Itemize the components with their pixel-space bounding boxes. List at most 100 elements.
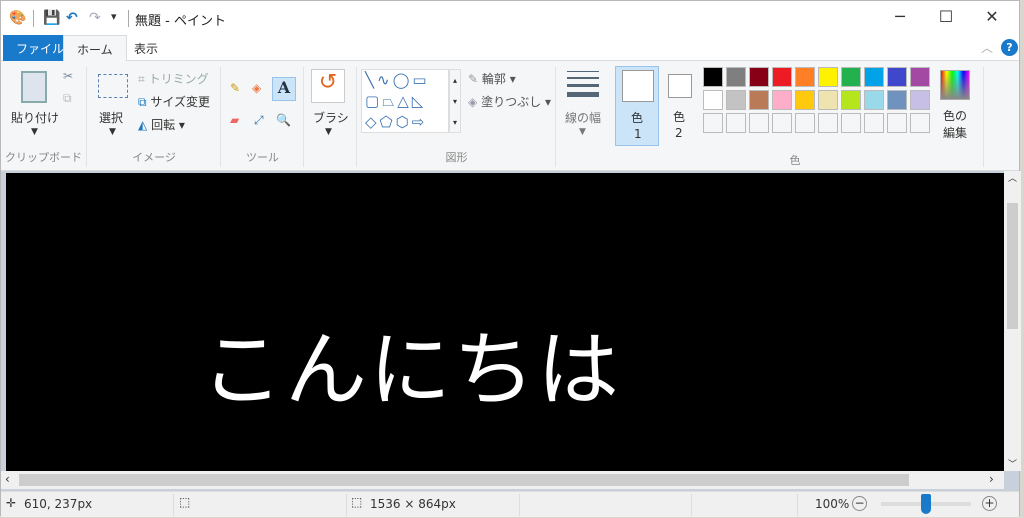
custom-color-slot[interactable] bbox=[749, 113, 769, 133]
resize-button[interactable]: ⧉ サイズ変更 bbox=[138, 93, 210, 110]
color-swatch[interactable] bbox=[910, 90, 930, 110]
color-swatch[interactable] bbox=[772, 90, 792, 110]
color-swatch[interactable] bbox=[726, 67, 746, 87]
custom-color-slot[interactable] bbox=[910, 113, 930, 133]
tab-view[interactable]: 表示 bbox=[121, 35, 171, 61]
hexagon-shape-icon[interactable]: ⬡ bbox=[396, 113, 412, 131]
custom-color-slot[interactable] bbox=[726, 113, 746, 133]
rectangle-shape-icon[interactable]: ▭ bbox=[412, 71, 429, 89]
drawing-canvas[interactable]: こんにちは bbox=[6, 173, 1004, 471]
outline-button[interactable]: ✎ 輪郭 ▾ bbox=[468, 70, 516, 87]
polygon-shape-icon[interactable]: ⏢ bbox=[382, 92, 397, 110]
color-swatch[interactable] bbox=[864, 67, 884, 87]
customize-quick-access-button[interactable]: ▾ bbox=[111, 10, 117, 23]
fill-button[interactable]: ◈ 塗りつぶし ▾ bbox=[468, 93, 551, 110]
color-swatch[interactable] bbox=[887, 90, 907, 110]
shapes-gallery[interactable]: ╲∿◯▭ ▢⏢△◺ ◇⬠⬡⇨ bbox=[361, 69, 449, 133]
shapes-gallery-scroll[interactable]: ▴ ▾ ▾ bbox=[449, 69, 461, 133]
custom-color-slot[interactable] bbox=[864, 113, 884, 133]
color-picker-icon[interactable]: ⤢ bbox=[254, 113, 264, 128]
minimize-button[interactable]: ─ bbox=[877, 7, 923, 29]
color-swatch[interactable] bbox=[818, 67, 838, 87]
close-button[interactable]: ✕ bbox=[969, 7, 1015, 29]
undo-icon[interactable]: ↶ bbox=[66, 10, 78, 26]
color2-button[interactable]: 色 2 bbox=[663, 66, 697, 146]
tab-home[interactable]: ホーム bbox=[63, 35, 127, 62]
diamond-shape-icon[interactable]: ◇ bbox=[365, 113, 380, 131]
paste-icon[interactable] bbox=[21, 71, 47, 103]
select-dropdown-icon[interactable]: ▼ bbox=[109, 127, 116, 137]
paint-app-icon[interactable]: 🎨 bbox=[9, 10, 26, 26]
custom-color-slot[interactable] bbox=[841, 113, 861, 133]
zoom-in-button[interactable]: + bbox=[982, 496, 997, 511]
vertical-scroll-thumb[interactable] bbox=[1007, 203, 1018, 329]
text-tool-icon[interactable]: A bbox=[272, 77, 296, 101]
color1-button[interactable]: 色 1 bbox=[615, 66, 659, 146]
arrow-shape-icon[interactable]: ⇨ bbox=[412, 113, 428, 131]
brushes-dropdown-icon[interactable]: ▼ bbox=[325, 127, 332, 137]
color-swatch[interactable] bbox=[726, 90, 746, 110]
help-icon[interactable]: ? bbox=[1001, 39, 1018, 56]
color-swatch[interactable] bbox=[795, 90, 815, 110]
collapse-ribbon-icon[interactable]: ︿ bbox=[981, 39, 993, 56]
rounded-rect-shape-icon[interactable]: ▢ bbox=[365, 92, 382, 110]
horizontal-scrollbar[interactable]: ‹ › bbox=[1, 471, 1004, 489]
rotate-button[interactable]: ◭ 回転 ▾ bbox=[138, 116, 185, 133]
color-swatch[interactable] bbox=[703, 90, 723, 110]
color-swatch[interactable] bbox=[772, 67, 792, 87]
color-swatch[interactable] bbox=[749, 67, 769, 87]
scroll-right-icon[interactable]: › bbox=[989, 472, 994, 486]
selection-size-icon: ⬚ bbox=[179, 495, 191, 509]
fill-icon[interactable]: ◈ bbox=[252, 81, 261, 95]
save-icon[interactable]: 💾 bbox=[43, 10, 60, 26]
eraser-icon[interactable]: ▰ bbox=[230, 113, 239, 127]
custom-color-slot[interactable] bbox=[703, 113, 723, 133]
zoom-out-button[interactable]: − bbox=[852, 496, 867, 511]
paste-button[interactable]: 貼り付け bbox=[11, 109, 59, 126]
size-dropdown-icon[interactable]: ▼ bbox=[579, 127, 586, 137]
pentagon-shape-icon[interactable]: ⬠ bbox=[380, 113, 396, 131]
zoom-slider-thumb[interactable] bbox=[921, 494, 931, 514]
color-swatch[interactable] bbox=[749, 90, 769, 110]
oval-shape-icon[interactable]: ◯ bbox=[393, 71, 413, 89]
brushes-button[interactable]: ブラシ bbox=[313, 109, 349, 126]
crop-button[interactable]: ⌗ トリミング bbox=[138, 70, 209, 87]
brush-icon[interactable]: ↺ bbox=[311, 69, 345, 103]
line-shape-icon[interactable]: ╲ bbox=[365, 71, 377, 89]
select-icon[interactable] bbox=[98, 74, 128, 98]
curve-shape-icon[interactable]: ∿ bbox=[377, 71, 393, 89]
edit-colors-button[interactable]: 色の bbox=[943, 107, 967, 124]
color-swatch[interactable] bbox=[864, 90, 884, 110]
edit-colors-button-line2[interactable]: 編集 bbox=[943, 124, 967, 141]
color-swatch[interactable] bbox=[887, 67, 907, 87]
maximize-button[interactable]: ☐ bbox=[923, 7, 969, 29]
vertical-scrollbar[interactable]: ︿ ﹀ bbox=[1004, 171, 1021, 471]
scroll-left-icon[interactable]: ‹ bbox=[5, 472, 10, 486]
pencil-icon[interactable]: ✎ bbox=[230, 81, 240, 95]
color-swatch[interactable] bbox=[910, 67, 930, 87]
color-swatch[interactable] bbox=[818, 90, 838, 110]
scroll-down-icon[interactable]: ﹀ bbox=[1008, 457, 1017, 470]
magnifier-icon[interactable]: 🔍 bbox=[276, 113, 291, 127]
custom-color-slot[interactable] bbox=[818, 113, 838, 133]
copy-icon[interactable]: ⧉ bbox=[63, 91, 72, 106]
image-group: 選択 ▼ ⌗ トリミング ⧉ サイズ変更 ◭ 回転 ▾ イメージ bbox=[88, 67, 221, 167]
select-button[interactable]: 選択 bbox=[99, 109, 123, 126]
edit-colors-icon[interactable] bbox=[940, 70, 970, 100]
custom-color-slot[interactable] bbox=[795, 113, 815, 133]
redo-icon[interactable]: ↷ bbox=[89, 10, 101, 26]
custom-color-slot[interactable] bbox=[772, 113, 792, 133]
size-button[interactable]: 線の幅 bbox=[565, 109, 601, 126]
color-swatch[interactable] bbox=[703, 67, 723, 87]
color-swatch[interactable] bbox=[841, 67, 861, 87]
triangle-shape-icon[interactable]: △ bbox=[397, 92, 412, 110]
line-width-icon[interactable] bbox=[567, 71, 599, 97]
horizontal-scroll-thumb[interactable] bbox=[19, 474, 909, 486]
right-triangle-shape-icon[interactable]: ◺ bbox=[412, 92, 427, 110]
color-swatch[interactable] bbox=[795, 67, 815, 87]
paste-dropdown-icon[interactable]: ▼ bbox=[31, 127, 38, 137]
custom-color-slot[interactable] bbox=[887, 113, 907, 133]
cut-icon[interactable]: ✂ bbox=[63, 69, 73, 83]
color-swatch[interactable] bbox=[841, 90, 861, 110]
scroll-up-icon[interactable]: ︿ bbox=[1008, 171, 1017, 184]
